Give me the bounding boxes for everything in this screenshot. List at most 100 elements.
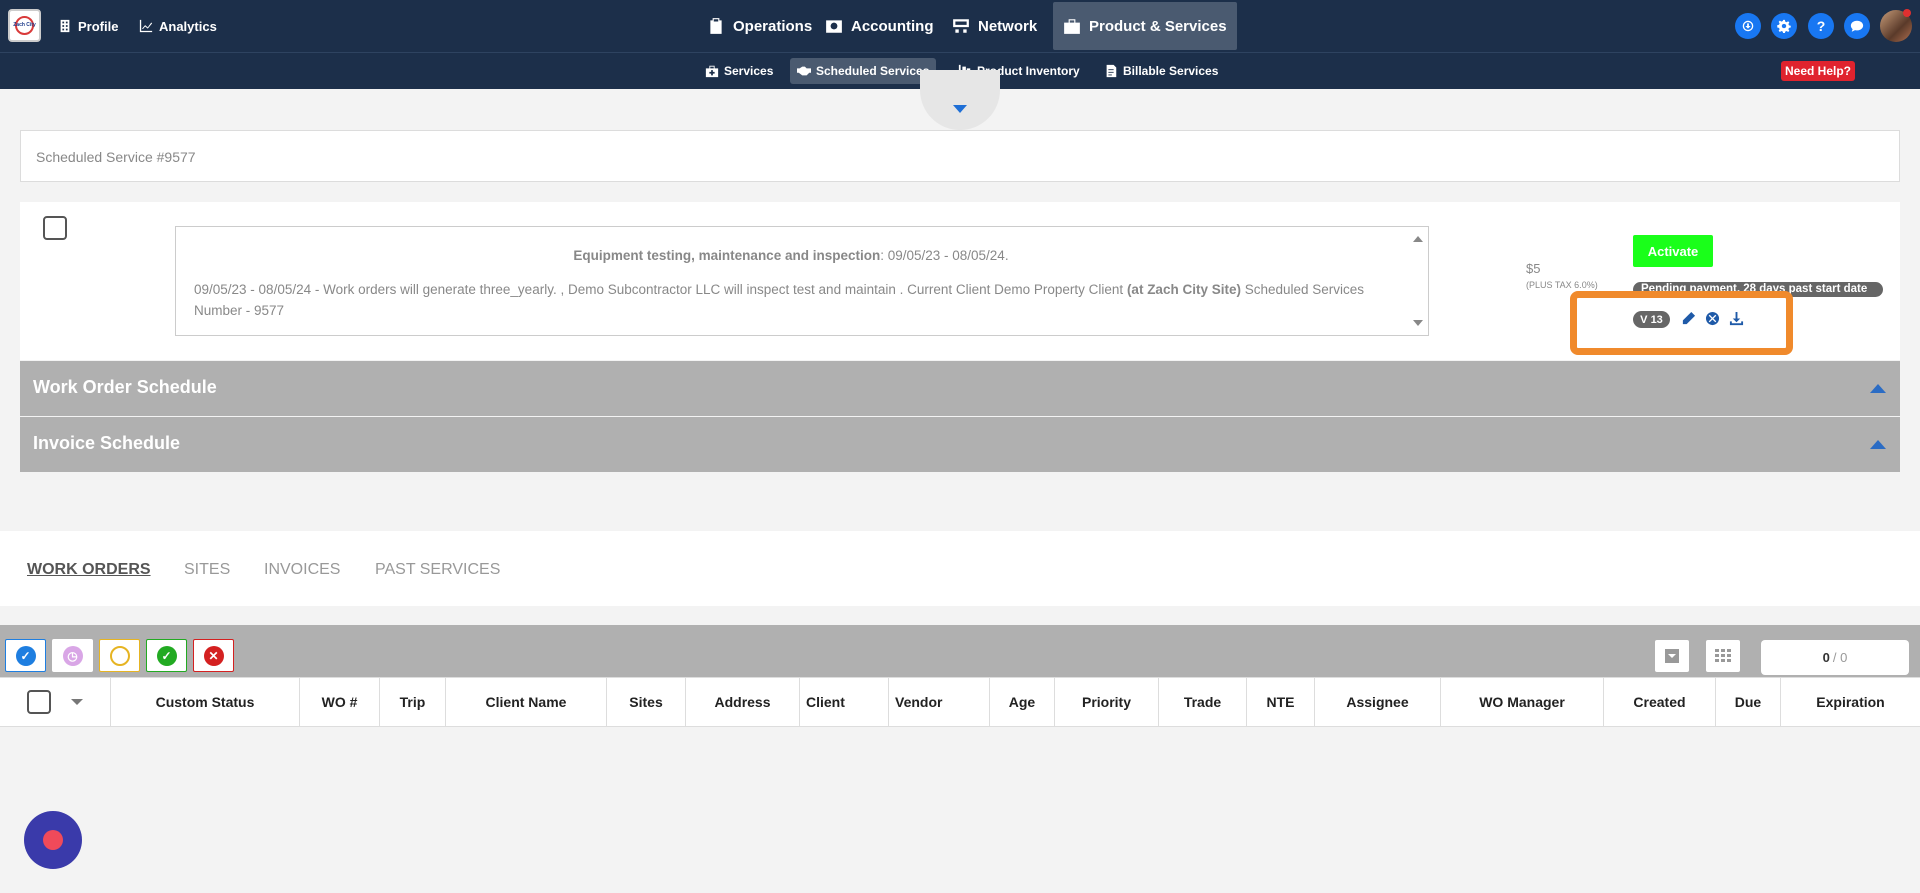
nav-analytics[interactable]: Analytics (139, 0, 217, 52)
column-header-address[interactable]: Address (686, 677, 800, 727)
service-description[interactable]: Equipment testing, maintenance and inspe… (175, 226, 1429, 336)
caret-down-icon (953, 105, 967, 113)
download-circle-icon[interactable] (1735, 13, 1761, 39)
gear-icon[interactable] (1771, 13, 1797, 39)
top-navbar: Zach City Profile Analytics Operations A… (0, 0, 1920, 52)
tab-work-orders[interactable]: WORK ORDERS (27, 561, 151, 579)
column-header-sites[interactable]: Sites (607, 677, 686, 727)
building-icon (60, 19, 70, 33)
column-header-created[interactable]: Created (1604, 677, 1716, 727)
column-dropdown-button[interactable] (1655, 640, 1689, 672)
cancel-circle-icon[interactable] (1704, 310, 1720, 326)
nav-accounting[interactable]: Accounting (815, 0, 944, 52)
select-all-header (0, 677, 111, 727)
activate-button[interactable]: Activate (1633, 235, 1713, 267)
nav-network-label: Network (978, 17, 1038, 35)
tab-invoices[interactable]: INVOICES (264, 561, 340, 579)
service-tax-note: (PLUS TAX 6.0%) (1526, 280, 1598, 290)
column-header-client[interactable]: Client (800, 677, 889, 727)
pending-filter-button[interactable]: ◷ (52, 639, 93, 672)
nav-product-services-label: Product & Services (1089, 17, 1227, 35)
column-header-trade[interactable]: Trade (1159, 677, 1247, 727)
grid-view-button[interactable] (1706, 640, 1740, 672)
page-title: Scheduled Service #9577 (20, 130, 1900, 182)
service-select-checkbox[interactable] (43, 216, 67, 240)
column-header-client-name[interactable]: Client Name (446, 677, 607, 727)
column-header-assignee[interactable]: Assignee (1315, 677, 1441, 727)
notification-dot (1903, 9, 1911, 17)
clock-icon: ◷ (62, 645, 83, 666)
subnav-services-label: Services (724, 64, 774, 78)
service-price: $5 (1526, 261, 1541, 276)
column-header-vendor[interactable]: Vendor (889, 677, 990, 727)
x-circle-icon: ✕ (203, 645, 224, 666)
handshake-icon (797, 66, 811, 76)
select-all-checkbox[interactable] (27, 690, 51, 714)
chat-bubble-icon[interactable] (1844, 13, 1870, 39)
chat-icon (43, 830, 63, 850)
need-help-button[interactable]: Need Help? (1781, 61, 1856, 81)
invoice-schedule-accordion[interactable]: Invoice Schedule (20, 417, 1900, 472)
subnav-billable-services-label: Billable Services (1123, 64, 1219, 78)
tab-past-services[interactable]: PAST SERVICES (375, 561, 500, 579)
record-counter-total: 0 (1840, 650, 1848, 665)
nav-network[interactable]: Network (942, 0, 1047, 52)
nav-product-services[interactable]: Product & Services (1053, 2, 1237, 50)
check-circle-icon: ✓ (156, 645, 177, 666)
completed-filter-button[interactable]: ✓ (146, 639, 187, 672)
download-icon[interactable] (1728, 310, 1744, 326)
caret-down-icon[interactable] (71, 699, 83, 705)
scroll-down-icon[interactable] (1413, 320, 1423, 326)
version-badge: V 13 (1633, 311, 1670, 328)
nav-operations[interactable]: Operations (697, 0, 822, 52)
all-filter-button[interactable]: ✓ (5, 639, 46, 672)
column-header-age[interactable]: Age (990, 677, 1055, 727)
tab-sites[interactable]: SITES (184, 561, 230, 579)
briefcase-icon (1064, 19, 1080, 34)
nav-profile[interactable]: Profile (58, 0, 118, 52)
subnav-services[interactable]: Services (698, 58, 780, 84)
line-chart-icon (139, 19, 153, 33)
table-toolbar (0, 625, 1920, 677)
network-icon (953, 19, 969, 33)
collapse-toggle[interactable] (920, 70, 1000, 130)
nav-profile-label: Profile (78, 18, 119, 34)
scroll-up-icon[interactable] (1413, 236, 1423, 242)
clipboard-icon (710, 18, 722, 34)
column-header-wo-manager[interactable]: WO Manager (1441, 677, 1604, 727)
nav-analytics-label: Analytics (159, 18, 217, 34)
record-counter-separator: / (1832, 650, 1837, 665)
column-header-wo-number[interactable]: WO # (300, 677, 380, 727)
nav-operations-label: Operations (733, 17, 813, 35)
caret-up-icon (1870, 440, 1886, 449)
cancelled-filter-button[interactable]: ✕ (193, 639, 234, 672)
work-order-schedule-accordion[interactable]: Work Order Schedule (20, 361, 1900, 416)
question-icon[interactable]: ? (1808, 13, 1834, 39)
work-order-schedule-label: Work Order Schedule (33, 377, 217, 397)
column-header-nte[interactable]: NTE (1247, 677, 1315, 727)
record-counter-current: 0 (1822, 650, 1830, 665)
column-header-custom-status[interactable]: Custom Status (111, 677, 300, 727)
chat-launcher-button[interactable] (24, 811, 82, 869)
service-body: 09/05/23 - 08/05/24 - Work orders will g… (194, 282, 1365, 318)
dropdown-box-icon (1665, 649, 1679, 663)
check-circle-icon: ✓ (15, 645, 36, 666)
invoice-icon (1106, 64, 1117, 78)
subnav-billable-services[interactable]: Billable Services (1097, 58, 1225, 84)
column-header-priority[interactable]: Priority (1055, 677, 1159, 727)
caret-up-icon (1870, 384, 1886, 393)
invoice-schedule-label: Invoice Schedule (33, 433, 181, 453)
in-progress-filter-button[interactable] (99, 639, 140, 672)
money-box-icon (826, 20, 842, 33)
subnav-scheduled-services[interactable]: Scheduled Services (790, 58, 937, 84)
column-header-trip[interactable]: Trip (380, 677, 446, 727)
company-logo[interactable]: Zach City (8, 9, 41, 42)
column-header-expiration[interactable]: Expiration (1781, 677, 1920, 727)
record-counter: 0 / 0 (1761, 640, 1909, 675)
medical-bag-icon (705, 65, 719, 78)
nav-accounting-label: Accounting (851, 17, 934, 35)
column-header-due[interactable]: Due (1716, 677, 1781, 727)
subnav-scheduled-services-label: Scheduled Services (816, 64, 930, 78)
grid-icon (1715, 649, 1731, 662)
edit-pencil-icon[interactable] (1680, 310, 1696, 326)
